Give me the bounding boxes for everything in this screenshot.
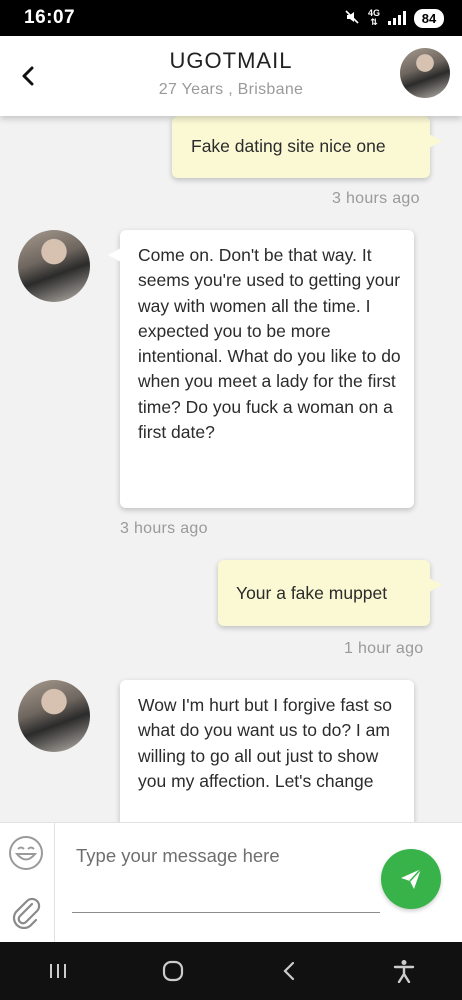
sender-avatar[interactable] [18,230,90,302]
chat-header: UGOTMAIL 27 Years , Brisbane [0,36,462,116]
message-text: Fake dating site nice one [191,136,386,156]
accessibility-button[interactable] [384,951,424,991]
battery-indicator: 84 [414,8,444,28]
status-time: 16:07 [24,7,76,28]
message-input[interactable] [72,839,380,913]
status-icons: 4G ⇅ 84 [344,8,444,28]
paperclip-icon [12,897,41,930]
message-composer: Type your message here [0,822,462,943]
recent-apps-icon [49,964,66,978]
send-button[interactable] [381,849,441,909]
contact-details: 27 Years , Brisbane [158,81,304,98]
message-outgoing: Fake dating site nice one [172,116,442,178]
smiley-icon [9,836,43,870]
message-timestamp: 1 hour ago [344,640,424,657]
contact-avatar[interactable] [400,48,450,98]
message-incoming: Wow I'm hurt but I forgive fast so what … [120,680,414,822]
system-nav-bar [0,942,462,1000]
home-button[interactable] [153,951,193,991]
contact-name[interactable]: UGOTMAIL [0,48,462,74]
back-icon [283,961,294,981]
message-text: Your a fake muppet [236,583,388,603]
message-text: Wow I'm hurt but I forgive fast so what … [138,695,392,791]
nav-back-button[interactable] [269,951,309,991]
status-bar: 16:07 4G ⇅ 84 [0,0,462,36]
attach-button[interactable] [10,895,42,930]
message-list[interactable]: Fake dating site nice one 3 hours ago Co… [0,116,462,822]
recent-apps-button[interactable] [38,951,78,991]
composer-actions [0,823,55,943]
accessibility-icon [394,960,415,983]
sender-avatar[interactable] [18,680,90,752]
home-icon [163,960,184,982]
network-type: 4G ⇅ [367,8,380,27]
emoji-button[interactable] [8,835,44,871]
paper-plane-icon [401,868,422,889]
message-outgoing: Your a fake muppet [218,560,442,626]
message-timestamp: 3 hours ago [332,190,420,207]
message-incoming: Come on. Don't be that way. It seems you… [108,230,414,508]
mute-icon [344,9,360,28]
message-timestamp: 3 hours ago [120,520,208,537]
message-text: Come on. Don't be that way. It seems you… [138,245,401,443]
signal-icon [388,11,406,25]
